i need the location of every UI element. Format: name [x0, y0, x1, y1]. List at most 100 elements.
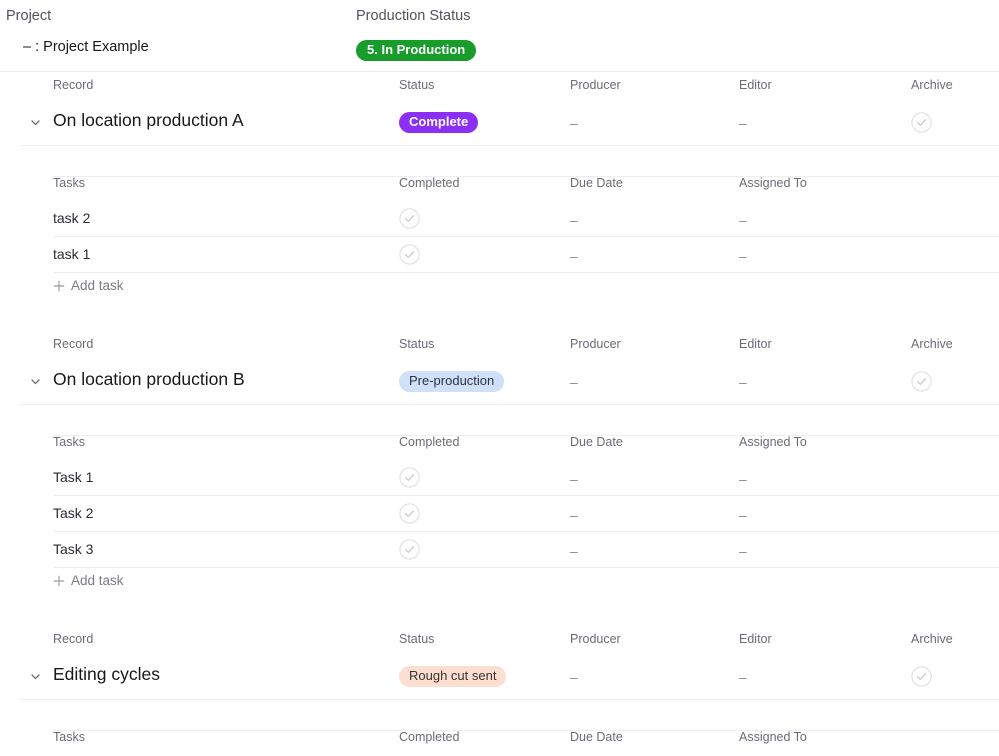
record-tasks-spacer — [0, 700, 999, 724]
task-row: task 2 – – — [0, 201, 999, 237]
production-status-field-label: Production Status — [356, 8, 471, 24]
column-header-assigned-to: Assigned To — [739, 435, 807, 449]
task-rows: task 2 – – task 1 – – — [0, 201, 999, 273]
task-assigned-to-value[interactable]: – — [739, 211, 747, 229]
column-header-assigned-to: Assigned To — [739, 730, 807, 744]
column-header-editor: Editor — [739, 632, 772, 646]
add-task-button[interactable]: Add task — [53, 278, 124, 293]
project-header: Project Production Status – : Project Ex… — [0, 0, 999, 72]
record-title[interactable]: Editing cycles — [53, 664, 160, 685]
task-due-date-value[interactable]: – — [570, 506, 578, 524]
add-task-row: Add task — [0, 568, 999, 602]
task-column-headers: Tasks Completed Due Date Assigned To — [0, 429, 999, 460]
add-task-label: Add task — [71, 573, 124, 588]
record-column-headers: Record Status Producer Editor Archive — [0, 626, 999, 656]
project-records-page: Project Production Status – : Project Ex… — [0, 0, 999, 756]
task-rows: Task 1 – – Task 2 – – Task 3 – – — [0, 460, 999, 568]
record-row-divider — [20, 145, 999, 146]
record-producer-value[interactable]: – — [570, 114, 578, 132]
column-header-due-date: Due Date — [570, 435, 623, 449]
archive-check-circle-icon[interactable] — [911, 666, 932, 687]
task-assigned-to-value[interactable]: – — [739, 542, 747, 560]
task-assigned-to-value[interactable]: – — [739, 470, 747, 488]
column-header-producer: Producer — [570, 78, 621, 92]
archive-check-circle-icon[interactable] — [911, 112, 932, 133]
column-header-producer: Producer — [570, 632, 621, 646]
chevron-down-icon[interactable] — [29, 375, 42, 388]
task-due-date-value[interactable]: – — [570, 247, 578, 265]
task-completed-check-circle-icon[interactable] — [399, 503, 420, 524]
plus-icon — [53, 280, 65, 291]
archive-check-circle-icon[interactable] — [911, 371, 932, 392]
add-task-button[interactable]: Add task — [53, 573, 124, 588]
task-header-divider — [53, 730, 999, 731]
column-header-record: Record — [53, 78, 94, 92]
record-row: Editing cycles Rough cut sent – – — [0, 656, 999, 700]
record-title[interactable]: On location production A — [53, 110, 244, 131]
column-header-status: Status — [399, 78, 435, 92]
records-container: Record Status Producer Editor Archive On… — [0, 72, 999, 756]
record-editor-value[interactable]: – — [739, 668, 747, 686]
column-header-archive: Archive — [911, 337, 953, 351]
record-producer-value[interactable]: – — [570, 373, 578, 391]
task-due-date-value[interactable]: – — [570, 470, 578, 488]
task-completed-check-circle-icon[interactable] — [399, 539, 420, 560]
record-editor-value[interactable]: – — [739, 114, 747, 132]
column-header-status: Status — [399, 337, 435, 351]
record-status-badge[interactable]: Rough cut sent — [399, 666, 507, 687]
task-assigned-to-value[interactable]: – — [739, 247, 747, 265]
task-row: Task 3 – – — [0, 532, 999, 568]
record-row: On location production A Complete – – — [0, 102, 999, 146]
record-column-headers: Record Status Producer Editor Archive — [0, 72, 999, 102]
column-header-archive: Archive — [911, 78, 953, 92]
record-producer-value[interactable]: – — [570, 668, 578, 686]
column-header-editor: Editor — [739, 337, 772, 351]
task-assigned-to-value[interactable]: – — [739, 506, 747, 524]
task-row: task 1 – – — [0, 237, 999, 273]
record-tasks-spacer — [0, 146, 999, 170]
task-row: Task 2 – – — [0, 496, 999, 532]
task-completed-check-circle-icon[interactable] — [399, 467, 420, 488]
task-name[interactable]: Task 2 — [53, 505, 93, 521]
record-block-spacer — [0, 307, 999, 331]
task-name[interactable]: Task 1 — [53, 469, 93, 485]
project-name-value: – : Project Example — [23, 39, 149, 55]
record-editor-value[interactable]: – — [739, 373, 747, 391]
task-name[interactable]: task 2 — [53, 210, 90, 226]
add-task-label: Add task — [71, 278, 124, 293]
column-header-completed: Completed — [399, 176, 460, 190]
column-header-tasks: Tasks — [53, 176, 85, 190]
record-title[interactable]: On location production B — [53, 369, 245, 390]
task-column-headers: Tasks Completed Due Date Assigned To — [0, 724, 999, 755]
record-column-headers: Record Status Producer Editor Archive — [0, 331, 999, 361]
task-header-divider — [53, 435, 999, 436]
task-completed-check-circle-icon[interactable] — [399, 208, 420, 229]
task-due-date-value[interactable]: – — [570, 211, 578, 229]
task-completed-check-circle-icon[interactable] — [399, 244, 420, 265]
column-header-record: Record — [53, 337, 94, 351]
column-header-completed: Completed — [399, 730, 460, 744]
task-row: Task 1 – – — [0, 460, 999, 496]
record-block-spacer — [0, 602, 999, 626]
column-header-assigned-to: Assigned To — [739, 176, 807, 190]
record-row-divider — [20, 404, 999, 405]
column-header-due-date: Due Date — [570, 730, 623, 744]
column-header-tasks: Tasks — [53, 730, 85, 744]
chevron-down-icon[interactable] — [29, 116, 42, 129]
task-name[interactable]: Task 3 — [53, 541, 93, 557]
task-column-headers: Tasks Completed Due Date Assigned To — [0, 170, 999, 201]
column-header-editor: Editor — [739, 78, 772, 92]
column-header-due-date: Due Date — [570, 176, 623, 190]
column-header-producer: Producer — [570, 337, 621, 351]
record-status-badge[interactable]: Complete — [399, 112, 479, 133]
record-row-divider — [20, 699, 999, 700]
column-header-completed: Completed — [399, 435, 460, 449]
chevron-down-icon[interactable] — [29, 670, 42, 683]
production-status-badge[interactable]: 5. In Production — [356, 40, 477, 61]
record-status-badge[interactable]: Pre-production — [399, 371, 505, 392]
plus-icon — [53, 575, 65, 586]
column-header-status: Status — [399, 632, 435, 646]
task-due-date-value[interactable]: – — [570, 542, 578, 560]
add-task-row: Add task — [0, 273, 999, 307]
task-name[interactable]: task 1 — [53, 246, 90, 262]
